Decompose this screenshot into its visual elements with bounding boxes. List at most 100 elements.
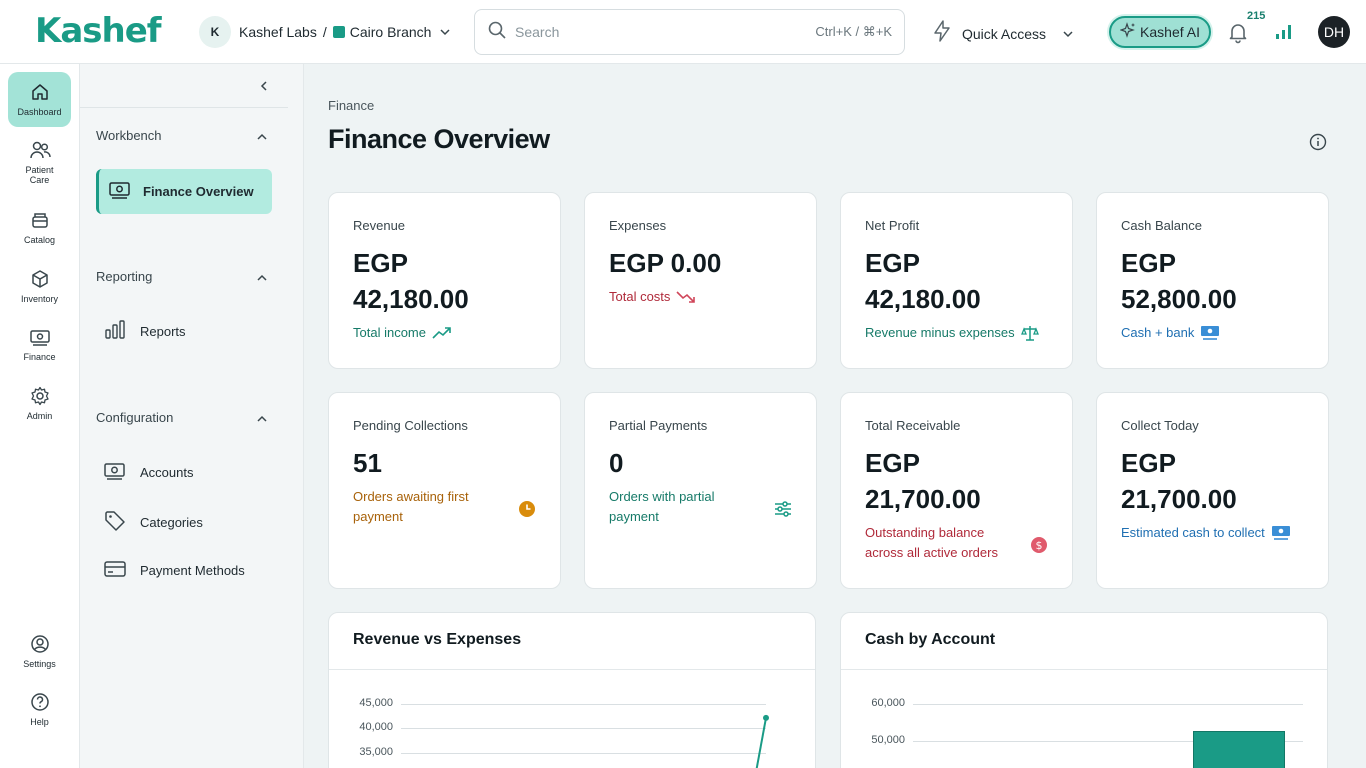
rail-item-catalog[interactable]: Catalog xyxy=(8,210,71,245)
currency-prefix: EGP xyxy=(353,248,408,278)
chevron-up-icon[interactable] xyxy=(256,130,268,148)
scale-icon xyxy=(1020,326,1039,341)
section-title-workbench[interactable]: Workbench xyxy=(96,128,162,143)
card-subtitle: Orders awaiting first payment xyxy=(353,487,493,527)
card-amount: 0.00 xyxy=(670,248,722,278)
rail-item-inventory[interactable]: Inventory xyxy=(8,269,71,304)
bar-chart-icon xyxy=(104,320,126,343)
bell-icon[interactable] xyxy=(1226,20,1250,49)
cash-icon xyxy=(1271,526,1290,540)
rail-label: Finance xyxy=(23,352,56,362)
search-icon xyxy=(487,20,507,45)
info-icon[interactable] xyxy=(1309,133,1327,156)
kashef-ai-label: Kashef AI xyxy=(1140,24,1200,40)
card-subtitle-text: Outstanding balance across all active or… xyxy=(865,525,998,560)
currency-prefix: EGP xyxy=(1121,448,1176,478)
section-title-configuration[interactable]: Configuration xyxy=(96,410,173,425)
quick-access-label: Quick Access xyxy=(962,25,1047,42)
currency-prefix: EGP xyxy=(609,248,664,278)
svg-text:$: $ xyxy=(1036,539,1043,552)
gridline xyxy=(401,753,766,754)
main-content: Finance Finance Overview Revenue EGP 42,1… xyxy=(304,64,1366,768)
card-value: EGP 42,180.00 xyxy=(353,245,553,317)
kashef-logo[interactable]: Kashef xyxy=(35,14,162,48)
rail-label: Catalog xyxy=(23,235,56,245)
signal-icon[interactable] xyxy=(1275,22,1293,45)
card-subtitle: Total income xyxy=(353,323,452,343)
rail-label: Admin xyxy=(26,411,53,421)
cash-balance-card: Cash Balance EGP 52,800.00 Cash + bank xyxy=(1096,192,1329,369)
card-value: EGP 42,180.00 xyxy=(865,245,1065,317)
org-switcher[interactable]: K Kashef Labs / Cairo Branch xyxy=(199,16,451,48)
card-subtitle-text: Revenue minus expenses xyxy=(865,325,1015,340)
nav-item-label: Payment Methods xyxy=(140,563,245,578)
money-icon xyxy=(29,327,51,349)
quick-access-button[interactable]: Quick Access xyxy=(932,20,1074,47)
currency-prefix: EGP xyxy=(865,248,920,278)
card-label: Collect Today xyxy=(1121,418,1199,433)
card-label: Revenue xyxy=(353,218,406,233)
gear-icon xyxy=(30,386,50,408)
user-avatar[interactable]: DH xyxy=(1318,16,1350,48)
sliders-icon xyxy=(775,501,791,517)
rail-item-settings[interactable]: Settings xyxy=(8,634,71,669)
box-icon xyxy=(30,269,50,291)
trend-down-icon xyxy=(676,291,696,303)
pending-collections-card: Pending Collections 51 Orders awaiting f… xyxy=(328,392,561,589)
rail-item-dashboard[interactable]: Dashboard xyxy=(8,72,71,127)
rail-label: Inventory xyxy=(20,294,59,304)
card-subtitle: Cash + bank xyxy=(1121,323,1220,343)
kashef-ai-button[interactable]: Kashef AI xyxy=(1109,16,1211,48)
section-title-reporting[interactable]: Reporting xyxy=(96,269,152,284)
currency-prefix: EGP xyxy=(1121,248,1176,278)
nav-item-label: Finance Overview xyxy=(143,184,254,199)
card-subtitle-text: Total costs xyxy=(609,289,671,304)
nav-item-label: Reports xyxy=(140,324,186,339)
nav-item-reports[interactable]: Reports xyxy=(104,320,186,343)
rail-item-finance[interactable]: Finance xyxy=(8,327,71,362)
cash-icon xyxy=(1201,326,1220,340)
nav-item-label: Accounts xyxy=(140,465,194,480)
card-subtitle: Estimated cash to collect xyxy=(1121,523,1291,543)
branch-color-dot xyxy=(332,26,345,38)
nav-item-payment-methods[interactable]: Payment Methods xyxy=(104,559,245,582)
card-amount: 51 xyxy=(353,448,382,478)
net-profit-card: Net Profit EGP 42,180.00 Revenue minus ex… xyxy=(840,192,1073,369)
card-subtitle-text: Total income xyxy=(353,325,426,340)
sparkle-icon xyxy=(1119,21,1136,43)
rail-item-help[interactable]: Help xyxy=(8,692,71,727)
search-placeholder: Search xyxy=(515,24,560,40)
rail-item-patient-care[interactable]: Patient Care xyxy=(8,140,71,185)
card-subtitle-text: Estimated cash to collect xyxy=(1121,525,1265,540)
branch-name: Cairo Branch xyxy=(349,24,432,40)
chevron-down-icon xyxy=(439,26,451,38)
currency-prefix: EGP xyxy=(865,448,920,478)
side-nav: Workbench Finance Overview Reporting Rep… xyxy=(80,64,304,768)
collapse-sidebar-icon[interactable] xyxy=(258,79,270,98)
search-input[interactable]: Search Ctrl+K / ⌘+K xyxy=(474,9,905,55)
nav-item-accounts[interactable]: Accounts xyxy=(104,461,193,484)
breadcrumb[interactable]: Finance xyxy=(328,98,374,113)
nav-item-categories[interactable]: Categories xyxy=(104,510,203,535)
card-subtitle: Total costs xyxy=(609,287,696,307)
chevron-up-icon[interactable] xyxy=(256,412,268,430)
trend-up-icon xyxy=(432,327,451,339)
card-subtitle-text: Orders awaiting first payment xyxy=(353,489,469,524)
card-amount: 52,800.00 xyxy=(1121,284,1237,314)
nav-item-label: Categories xyxy=(140,515,203,530)
left-rail: Dashboard Patient Care Catalog Inventory… xyxy=(0,64,80,768)
partial-payments-card: Partial Payments 0 Orders with partial p… xyxy=(584,392,817,589)
chevron-up-icon[interactable] xyxy=(256,271,268,289)
revenue-card: Revenue EGP 42,180.00 Total income xyxy=(328,192,561,369)
org-name: Kashef Labs xyxy=(239,24,317,40)
nav-item-finance-overview[interactable]: Finance Overview xyxy=(96,169,272,214)
card-amount: 21,700.00 xyxy=(865,484,981,514)
lightning-icon xyxy=(932,20,952,47)
panel-divider xyxy=(841,669,1327,670)
card-label: Cash Balance xyxy=(1121,218,1202,233)
org-avatar: K xyxy=(199,16,231,48)
card-value: 0 xyxy=(609,445,809,481)
rail-label: Dashboard xyxy=(17,107,62,117)
card-subtitle: Orders with partial payment xyxy=(609,487,749,527)
rail-item-admin[interactable]: Admin xyxy=(8,386,71,421)
